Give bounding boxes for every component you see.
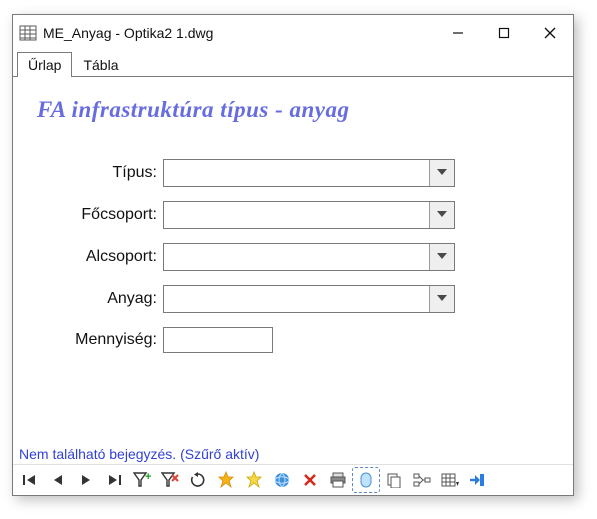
previous-record-icon[interactable] (45, 468, 71, 492)
minimize-button[interactable] (435, 15, 481, 51)
label-focsoport: Főcsoport: (37, 206, 163, 224)
field-tipus: Típus: (37, 159, 549, 187)
zoom-to-icon[interactable] (269, 468, 295, 492)
filter-add-icon[interactable]: + (129, 468, 155, 492)
input-alcsoport[interactable] (164, 244, 429, 270)
input-focsoport[interactable] (164, 202, 429, 228)
input-anyag[interactable] (164, 286, 429, 312)
dropdown-button[interactable] (429, 202, 454, 228)
first-record-icon[interactable] (17, 468, 43, 492)
label-tipus: Típus: (37, 164, 163, 182)
titlebar: ME_Anyag - Optika2 1.dwg (13, 15, 573, 51)
svg-text:+: + (145, 472, 151, 483)
filter-clear-icon[interactable] (157, 468, 183, 492)
combo-alcsoport[interactable] (163, 243, 455, 271)
close-button[interactable] (527, 15, 573, 51)
label-mennyiseg: Mennyiség: (37, 331, 163, 349)
maximize-button[interactable] (481, 15, 527, 51)
combo-anyag[interactable] (163, 285, 455, 313)
tab-urlap[interactable]: Űrlap (17, 52, 72, 77)
combo-tipus[interactable] (163, 159, 455, 187)
tabs: Űrlap Tábla (13, 51, 573, 77)
form-panel: FA infrastruktúra típus - anyag Típus: F… (13, 77, 573, 444)
app-icon (19, 24, 37, 42)
tab-tabla[interactable]: Tábla (72, 52, 129, 77)
toolbar: + (13, 464, 573, 495)
field-mennyiseg: Mennyiség: (37, 327, 549, 353)
exit-icon[interactable] (465, 468, 491, 492)
label-anyag: Anyag: (37, 290, 163, 308)
dropdown-button[interactable] (429, 286, 454, 312)
refresh-icon[interactable] (185, 468, 211, 492)
next-record-icon[interactable] (73, 468, 99, 492)
tab-label: Tábla (83, 57, 118, 73)
input-tipus[interactable] (164, 160, 429, 186)
label-alcsoport: Alcsoport: (37, 248, 163, 266)
dropdown-button[interactable] (429, 160, 454, 186)
highlight-icon[interactable] (241, 468, 267, 492)
status-text: Nem található bejegyzés. (Szűrő aktív) (13, 444, 573, 464)
form-heading: FA infrastruktúra típus - anyag (37, 97, 549, 123)
print-icon[interactable] (325, 468, 351, 492)
field-anyag: Anyag: (37, 285, 549, 313)
dropdown-button[interactable] (429, 244, 454, 270)
structure-icon[interactable] (409, 468, 435, 492)
toggle-strip-icon[interactable] (353, 468, 379, 492)
delete-icon[interactable] (297, 468, 323, 492)
field-focsoport: Főcsoport: (37, 201, 549, 229)
input-mennyiseg[interactable] (163, 327, 273, 353)
app-window: ME_Anyag - Optika2 1.dwg Űrlap Tábla (12, 14, 574, 496)
new-record-icon[interactable] (213, 468, 239, 492)
combo-focsoport[interactable] (163, 201, 455, 229)
field-alcsoport: Alcsoport: (37, 243, 549, 271)
table-options-icon[interactable] (437, 468, 463, 492)
copy-icon[interactable] (381, 468, 407, 492)
window-title: ME_Anyag - Optika2 1.dwg (43, 25, 213, 41)
tab-label: Űrlap (28, 57, 61, 73)
last-record-icon[interactable] (101, 468, 127, 492)
